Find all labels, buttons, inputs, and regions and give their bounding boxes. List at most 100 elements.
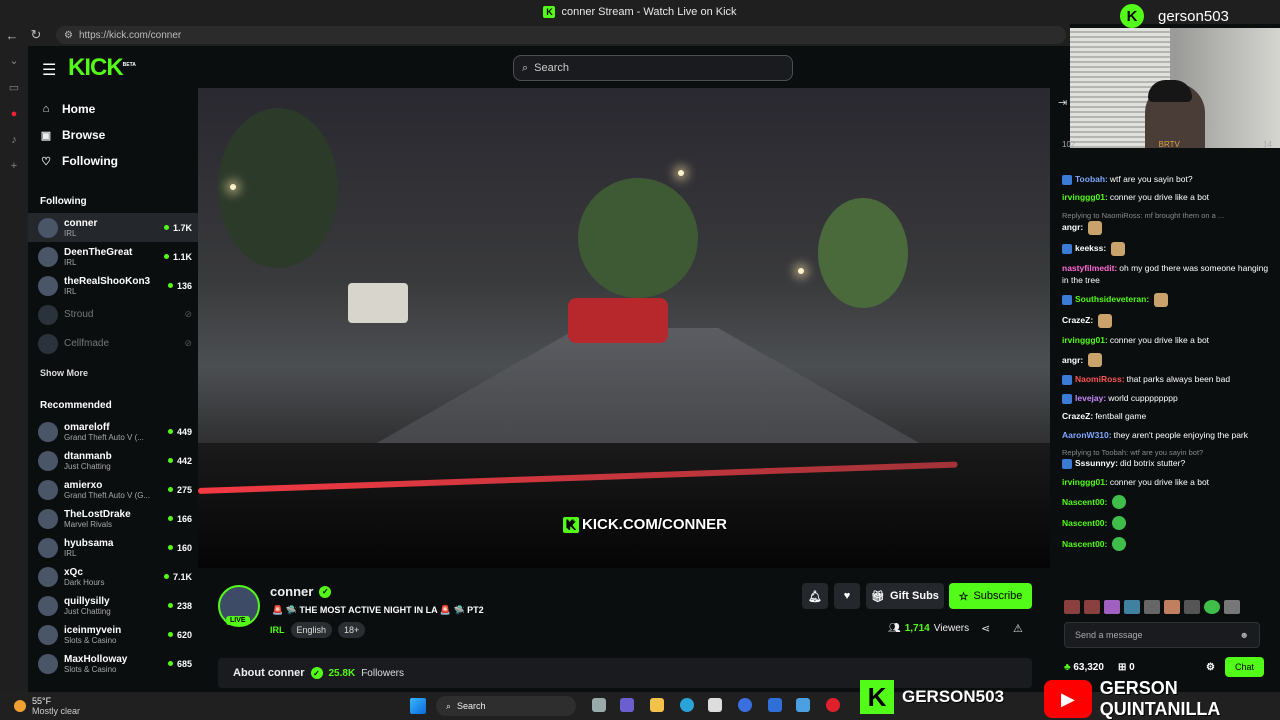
chat-username[interactable]: Southsideveteran: [1075,294,1149,304]
sidebar-channel[interactable]: dtanmanb Just Chatting 442 [28,446,198,475]
tag-mature[interactable]: 18+ [338,622,366,638]
edge-icon[interactable] [680,698,694,712]
live-dot-icon [163,254,169,259]
gift-subs-button[interactable]: 🎁︎ Gift Subs [866,583,944,609]
app-icon[interactable] [738,698,752,712]
notification-bell-button[interactable]: 🔔︎ [802,583,828,609]
channel-category: Just Chatting [64,606,111,616]
share-icon[interactable]: ⋖ [981,622,990,635]
category-link[interactable]: IRL [270,625,285,635]
app-icon-2[interactable] [768,698,782,712]
follow-button[interactable]: ♥ [834,583,860,609]
user-badge-icon [1062,295,1072,305]
reload-icon[interactable]: ↻ [24,27,48,43]
emote-bar[interactable] [1064,600,1264,616]
sidebar-channel[interactable]: Cellfmade ⊘ [28,329,198,358]
file-explorer-icon[interactable] [650,698,664,712]
chat-username[interactable]: NaomiRoss: [1075,374,1125,384]
url-field[interactable]: ⚙ https://kick.com/conner [56,26,1066,44]
emoji-icon[interactable]: ☻ [1240,630,1249,640]
video-player[interactable]: K KICK.COM/CONNER [198,88,1050,568]
sidebar-channel[interactable]: amierxo Grand Theft Auto V (G... 275 [28,475,198,504]
tag-language[interactable]: English [290,622,333,638]
chat-message: angr: [1062,353,1276,368]
report-icon[interactable]: ⚠ [1013,622,1023,635]
sidebar-channel[interactable]: hyubsama IRL 160 [28,533,198,562]
audio-icon[interactable]: ♪ [11,134,17,146]
chat-username[interactable]: irvinggg01: [1062,477,1108,487]
task-view-icon[interactable] [592,698,606,712]
chat-message: keekss: [1062,242,1276,257]
add-tab-icon[interactable]: + [11,160,17,172]
collapse-chat-icon[interactable]: ⇥ [1058,96,1067,109]
chat-username[interactable]: levejay: [1075,393,1106,403]
settings-icon[interactable]: ⚙ [1206,662,1215,673]
chat-username[interactable]: CrazeZ: [1062,411,1093,421]
opera-icon[interactable] [826,698,840,712]
search-input[interactable]: ⌕ Search [513,55,793,81]
back-icon[interactable]: ← [0,28,24,43]
channel-name: theRealShooKon3 [64,275,151,287]
sidebar-channel[interactable]: Stroud ⊘ [28,300,198,329]
weather-widget[interactable]: 55°F Mostly clear [14,696,80,716]
chat-text: fentball game [1095,411,1147,422]
tab-title[interactable]: conner Stream - Watch Live on Kick [561,6,736,18]
chevron-down-icon[interactable]: ⌄ [9,54,18,67]
chat-username[interactable]: angr: [1062,222,1083,232]
show-more-link[interactable]: Show More [28,368,198,378]
chat-message: levejay: world cupppppppp [1062,393,1276,404]
chat-username[interactable]: AaronW310: [1062,430,1112,440]
chat-username[interactable]: irvinggg01: [1062,335,1108,345]
channel-name: dtanmanb [64,450,112,462]
sidebar-channel[interactable]: omareloff Grand Theft Auto V (... 449 [28,417,198,446]
viewer-count: 1.7K [163,223,192,233]
chat-message-input[interactable]: Send a message ☻ [1064,622,1260,648]
followers-label: Followers [361,667,404,679]
chat-username[interactable]: angr: [1062,355,1083,365]
sidebar-item-browse[interactable]: ▣ Browse [28,122,198,148]
menu-icon[interactable]: ☰ [42,60,56,80]
chat-message: nastyfilmedit: oh my god there was someon… [1062,263,1276,286]
kick-logo[interactable]: KICKBETA [68,54,136,82]
sidebar-channel[interactable]: conner IRL 1.7K [28,213,198,242]
chat-username[interactable]: Nascent00: [1062,497,1107,507]
chat-username[interactable]: Sssunnyy: [1075,458,1118,468]
viewer-count: 160 [167,543,192,553]
sidebar-channel[interactable]: quillysilly Just Chatting 238 [28,591,198,620]
streamer-name[interactable]: conner ✓ [270,584,332,599]
chat-username[interactable]: keekss: [1075,243,1106,253]
chat-messages: Toobah: wtf are you sayin bot? irvinggg01:… [1062,174,1276,594]
channel-name: hyubsama [64,537,114,549]
sidebar-item-home[interactable]: ⌂ Home [28,96,198,122]
sidebar-item-following[interactable]: ♡ Following [28,148,198,174]
tab-icon[interactable]: ▭ [9,81,19,94]
points-balance[interactable]: 63,320 [1073,662,1104,673]
chat-message: Nascent00: [1062,537,1276,552]
subscribe-button[interactable]: ☆ Subscribe [949,583,1032,609]
chat-username[interactable]: Nascent00: [1062,539,1107,549]
taskbar-search[interactable]: ⌕ Search [436,696,576,716]
teams-icon[interactable] [620,698,634,712]
chat-username[interactable]: CrazeZ: [1062,315,1093,325]
chat-username[interactable]: Toobah: [1075,174,1108,184]
chat-message: Nascent00: [1062,495,1276,510]
chat-username[interactable]: nastyfilmedit: [1062,263,1117,273]
sidebar-channel[interactable]: DeenTheGreat IRL 1.1K [28,242,198,271]
chat-send-button[interactable]: Chat [1224,657,1264,677]
site-info-icon[interactable]: ⚙ [64,30,73,41]
viewer-count: 7.1K [163,572,192,582]
sidebar-channel[interactable]: MaxHolloway Slots & Casino 685 [28,649,198,678]
viewer-count: 449 [167,427,192,437]
chat-username[interactable]: Nascent00: [1062,518,1107,528]
sidebar-channel[interactable]: theRealShooKon3 IRL 136 [28,271,198,300]
chat-text: conner you drive like a bot [1109,476,1210,487]
photos-icon[interactable] [796,698,810,712]
windows-start-icon[interactable] [410,698,426,714]
sidebar-channel[interactable]: xQc Dark Hours 7.1K [28,562,198,591]
record-icon[interactable]: ● [11,108,18,120]
sidebar-channel[interactable]: iceinmyvein Slots & Casino 620 [28,620,198,649]
search-icon: ⌕ [522,61,529,74]
store-icon[interactable] [708,698,722,712]
chat-username[interactable]: irvinggg01: [1062,192,1108,202]
sidebar-channel[interactable]: TheLostDrake Marvel Rivals 166 [28,504,198,533]
